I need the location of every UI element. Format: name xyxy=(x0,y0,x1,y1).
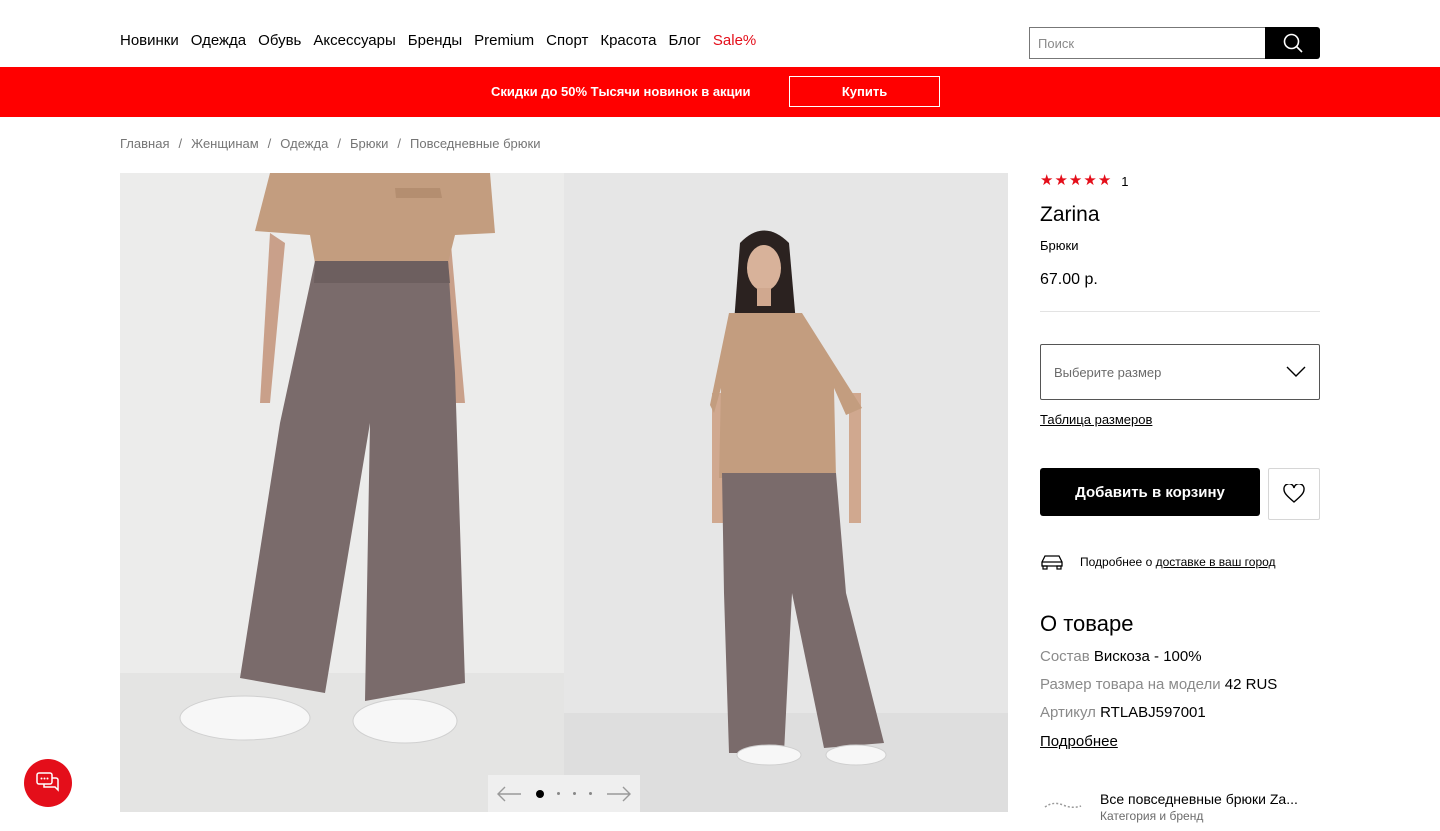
delivery-link[interactable]: доставке в ваш город xyxy=(1156,555,1276,569)
photo-full-illustration xyxy=(564,173,1008,812)
product-photo-full[interactable] xyxy=(564,173,1008,812)
car-icon xyxy=(1041,555,1063,570)
gallery-dot-active[interactable] xyxy=(536,789,544,798)
related-title: Все повседневные брюки Za... xyxy=(1100,791,1298,807)
attr-key: Артикул xyxy=(1040,704,1096,721)
delivery-prefix: Подробнее о xyxy=(1080,555,1153,569)
promo-buy-button[interactable]: Купить xyxy=(789,76,940,107)
related-subtitle: Категория и бренд xyxy=(1100,809,1204,823)
photo-closeup-illustration xyxy=(120,173,564,812)
attr-value: 42 RUS xyxy=(1224,676,1278,693)
search-button[interactable] xyxy=(1265,27,1320,59)
header: Новинки Одежда Обувь Аксессуары Бренды P… xyxy=(0,0,1440,67)
breadcrumb-separator: / xyxy=(178,136,183,151)
star-icon: ★ xyxy=(1054,172,1068,189)
size-select[interactable]: Выберите размер xyxy=(1040,344,1320,400)
product-type: Брюки xyxy=(1040,238,1079,253)
product-brand[interactable]: Zarina xyxy=(1040,202,1100,228)
star-icon: ★ xyxy=(1040,172,1054,189)
related-thumbnail xyxy=(1040,790,1086,820)
arrow-left-icon[interactable] xyxy=(496,786,522,802)
chat-button[interactable] xyxy=(24,759,72,807)
breadcrumb-women[interactable]: Женщинам xyxy=(191,136,259,152)
attr-key: Состав xyxy=(1040,648,1090,665)
add-to-cart-button[interactable]: Добавить в корзину xyxy=(1040,468,1260,516)
gallery-dot[interactable] xyxy=(557,792,560,795)
nav-item-blog[interactable]: Блог xyxy=(668,31,700,51)
attr-article: Артикул RTLABJ597001 xyxy=(1040,703,1206,723)
main-nav: Новинки Одежда Обувь Аксессуары Бренды P… xyxy=(120,31,756,51)
related-text: Все повседневные брюки Za... Категория и… xyxy=(1100,790,1298,824)
product-gallery xyxy=(120,173,1008,812)
gallery-slider-controls xyxy=(488,775,640,812)
breadcrumb-separator: / xyxy=(267,136,272,151)
product-photo-closeup[interactable] xyxy=(120,173,564,812)
rating-count: 1 xyxy=(1121,173,1129,189)
attr-value: RTLABJ597001 xyxy=(1100,704,1206,721)
nav-item-accessories[interactable]: Аксессуары xyxy=(313,31,395,51)
nav-item-brands[interactable]: Бренды xyxy=(408,31,462,51)
breadcrumb-casual-trousers[interactable]: Повседневные брюки xyxy=(410,136,540,152)
breadcrumb-home[interactable]: Главная xyxy=(120,136,169,152)
chevron-down-icon xyxy=(1286,366,1306,377)
divider xyxy=(1040,311,1320,312)
chat-icon xyxy=(36,772,59,792)
nav-item-beauty[interactable]: Красота xyxy=(600,31,656,51)
breadcrumb-trousers[interactable]: Брюки xyxy=(350,136,388,152)
search-box xyxy=(1029,27,1320,59)
arrow-right-icon[interactable] xyxy=(606,786,632,802)
nav-item-new[interactable]: Новинки xyxy=(120,31,179,51)
nav-item-clothes[interactable]: Одежда xyxy=(191,31,246,51)
related-thumbnail-image xyxy=(1044,802,1082,809)
product-rating[interactable]: ★ ★ ★ ★ ★ 1 xyxy=(1040,173,1129,189)
product-price: 67.00 р. xyxy=(1040,271,1098,288)
gallery-dot[interactable] xyxy=(573,792,576,795)
about-title: О товаре xyxy=(1040,611,1134,636)
promo-banner: Скидки до 50% Тысячи новинок в акции Куп… xyxy=(0,67,1440,117)
star-icon: ★ xyxy=(1097,172,1112,189)
search-input[interactable] xyxy=(1029,27,1265,59)
gallery-pagination xyxy=(536,789,592,798)
more-details-link[interactable]: Подробнее xyxy=(1040,733,1118,750)
rating-stars: ★ ★ ★ ★ ★ xyxy=(1040,173,1111,189)
breadcrumb-separator: / xyxy=(397,136,402,151)
related-category-link[interactable]: Все повседневные брюки Za... Категория и… xyxy=(1040,790,1298,824)
nav-item-sale[interactable]: Sale% xyxy=(713,31,756,51)
size-select-placeholder: Выберите размер xyxy=(1054,364,1162,380)
breadcrumb-separator: / xyxy=(337,136,341,151)
size-table-link[interactable]: Таблица размеров xyxy=(1040,412,1152,427)
attr-composition: Состав Вискоза - 100% xyxy=(1040,647,1202,667)
heart-icon xyxy=(1283,484,1305,503)
breadcrumb: Главная / Женщинам / Одежда / Брюки / По… xyxy=(120,136,540,152)
nav-item-sport[interactable]: Спорт xyxy=(546,31,588,51)
attr-model-size: Размер товара на модели 42 RUS xyxy=(1040,675,1277,695)
gallery-dot[interactable] xyxy=(589,792,592,795)
delivery-text: Подробнее о доставке в ваш город xyxy=(1080,555,1276,569)
nav-item-shoes[interactable]: Обувь xyxy=(258,31,301,51)
favorite-button[interactable] xyxy=(1268,468,1320,520)
nav-item-premium[interactable]: Premium xyxy=(474,31,534,51)
promo-text: Скидки до 50% Тысячи новинок в акции xyxy=(491,84,751,99)
breadcrumb-clothes[interactable]: Одежда xyxy=(280,136,328,152)
search-icon xyxy=(1283,33,1303,53)
attr-value: Вискоза - 100% xyxy=(1093,648,1202,665)
delivery-info: Подробнее о доставке в ваш город xyxy=(1040,553,1276,571)
star-icon: ★ xyxy=(1068,172,1083,189)
star-icon: ★ xyxy=(1083,172,1097,189)
attr-key: Размер товара на модели xyxy=(1040,676,1221,693)
